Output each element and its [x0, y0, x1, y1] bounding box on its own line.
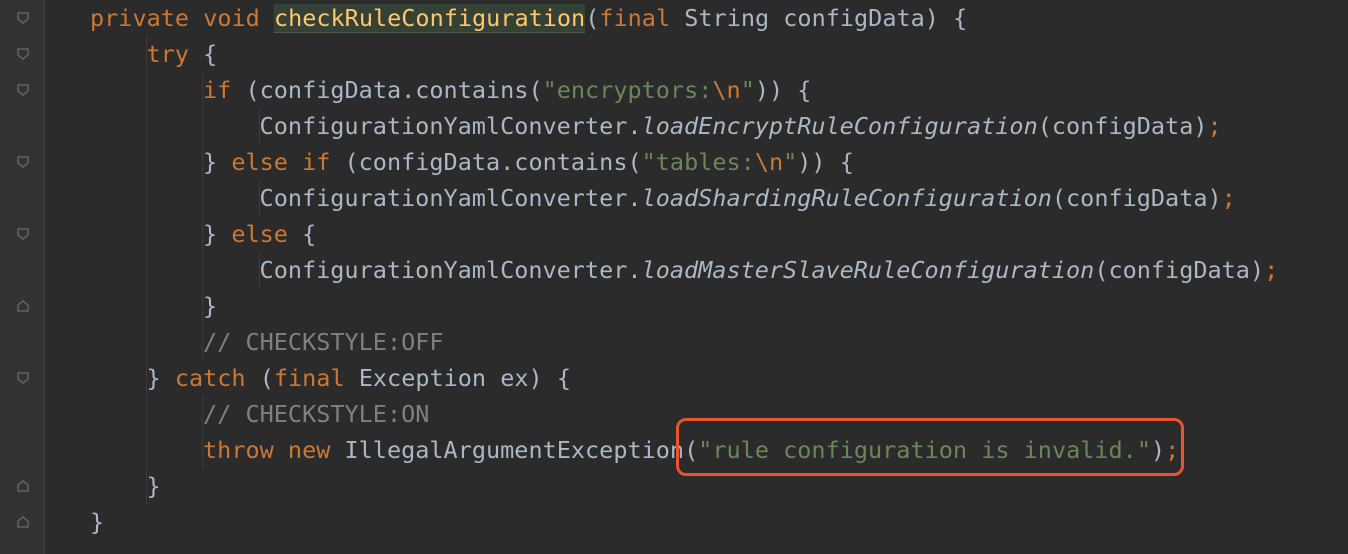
code-token: ; [1207, 112, 1222, 140]
code-token: // CHECKSTYLE:ON [203, 400, 430, 428]
code-token: "tables: [641, 148, 755, 176]
indent-guide [146, 36, 147, 504]
code-editor[interactable]: private void checkRuleConfiguration(fina… [0, 0, 1348, 554]
code-line[interactable]: ConfigurationYamlConverter.loadMasterSla… [260, 252, 1279, 288]
code-line[interactable]: } catch (final Exception ex) { [147, 360, 571, 396]
code-token: if [203, 76, 246, 104]
code-line[interactable]: if (configData.contains("encryptors:\n")… [203, 72, 811, 108]
code-token: )) { [797, 148, 854, 176]
code-token: )) { [754, 76, 812, 104]
code-token: ( [585, 4, 600, 32]
code-line[interactable]: private void checkRuleConfiguration(fina… [90, 0, 967, 36]
fold-collapse-icon[interactable] [16, 227, 30, 241]
code-token: else [231, 220, 303, 248]
code-token: { [203, 40, 218, 68]
code-token: loadEncryptRuleConfiguration [641, 112, 1038, 140]
editor-gutter [0, 0, 44, 554]
code-token: (configData) [1051, 184, 1222, 212]
code-line[interactable]: // CHECKSTYLE:OFF [203, 324, 444, 360]
code-token: } [203, 148, 232, 176]
code-token: } [90, 508, 105, 536]
code-line[interactable]: } [147, 468, 161, 504]
fold-collapse-icon[interactable] [16, 11, 30, 25]
code-line[interactable]: ConfigurationYamlConverter.loadShardingR… [260, 180, 1236, 216]
code-line[interactable]: try { [147, 36, 218, 72]
code-token: (configData) [1094, 256, 1265, 284]
code-line[interactable]: // CHECKSTYLE:ON [203, 396, 429, 432]
code-token: // CHECKSTYLE:OFF [203, 328, 444, 356]
code-token: else if [231, 148, 345, 176]
code-token: String configData) { [684, 4, 968, 32]
code-line[interactable]: } else { [203, 216, 316, 252]
code-token: \n [754, 148, 784, 176]
code-token: catch [174, 364, 260, 392]
code-token: { [302, 220, 317, 248]
code-token: ConfigurationYamlConverter. [259, 256, 642, 284]
code-token: private [90, 4, 204, 32]
code-token: ( [259, 364, 274, 392]
code-token: (configData.contains( [245, 76, 543, 104]
fold-collapse-icon[interactable] [16, 371, 30, 385]
code-token: } [146, 364, 175, 392]
code-token: IllegalArgumentException( [344, 436, 699, 464]
code-token: loadMasterSlaveRuleConfiguration [641, 256, 1095, 284]
fold-collapse-icon[interactable] [16, 47, 30, 61]
code-token: throw new [203, 436, 345, 464]
code-token: ConfigurationYamlConverter. [259, 112, 642, 140]
code-line[interactable]: } [203, 288, 217, 324]
code-token: final [273, 364, 359, 392]
code-token: Exception ex) { [358, 364, 571, 392]
code-token: } [203, 220, 232, 248]
highlight-annotation-box [676, 418, 1184, 476]
code-token: } [146, 472, 161, 500]
code-token: final [599, 4, 685, 32]
code-token: void [203, 4, 274, 32]
code-token: " [783, 148, 798, 176]
fold-collapse-icon[interactable] [16, 155, 30, 169]
code-line[interactable]: } else if (configData.contains("tables:\… [203, 144, 854, 180]
code-token: } [203, 292, 218, 320]
code-token: checkRuleConfiguration [273, 4, 586, 33]
code-token: (configData.contains( [344, 148, 642, 176]
code-token: "encryptors: [542, 76, 713, 104]
code-token: ConfigurationYamlConverter. [259, 184, 642, 212]
code-line[interactable]: } [90, 504, 104, 540]
fold-expand-end-icon[interactable] [16, 299, 30, 313]
code-token: (configData) [1037, 112, 1208, 140]
code-token: ; [1264, 256, 1279, 284]
code-token: " [740, 76, 755, 104]
code-token: \n [712, 76, 741, 104]
code-token: loadShardingRuleConfiguration [641, 184, 1052, 212]
fold-expand-end-icon[interactable] [16, 515, 30, 529]
code-line[interactable]: ConfigurationYamlConverter.loadEncryptRu… [260, 108, 1222, 144]
code-token: ; [1221, 184, 1236, 212]
code-token: try [146, 40, 204, 68]
fold-expand-end-icon[interactable] [16, 479, 30, 493]
fold-collapse-icon[interactable] [16, 83, 30, 97]
